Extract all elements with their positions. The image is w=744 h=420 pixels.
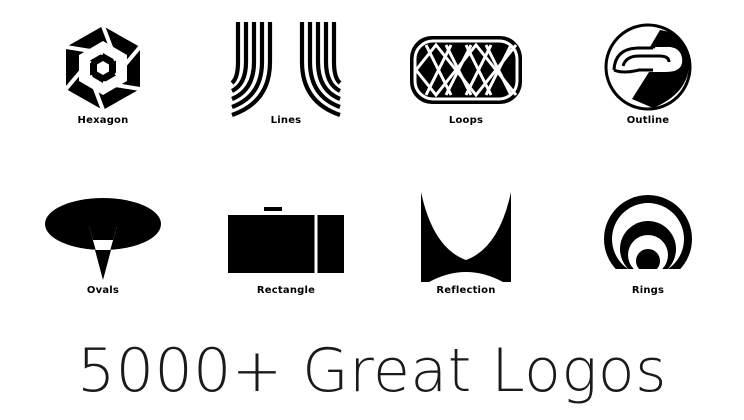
logo-label: Reflection: [436, 285, 496, 296]
rings-icon: [601, 195, 695, 286]
logo-label: Loops: [448, 115, 484, 126]
logo-label: Rectangle: [256, 285, 316, 296]
logo-label: Ovals: [86, 285, 120, 296]
ovals-icon: [45, 198, 161, 280]
reflection-icon: [421, 192, 511, 282]
headline: 5000+ Great Logos: [77, 336, 667, 406]
outline-icon: [604, 23, 692, 111]
logo-label: Hexagon: [77, 115, 129, 126]
lines-icon: [230, 22, 342, 117]
loops-icon: [410, 36, 522, 104]
logo-label: Rings: [631, 285, 665, 296]
logo-label: Lines: [270, 115, 302, 126]
hexagon-icon: [64, 25, 142, 111]
rectangle-icon: [228, 207, 344, 273]
logo-label: Outline: [626, 115, 670, 126]
